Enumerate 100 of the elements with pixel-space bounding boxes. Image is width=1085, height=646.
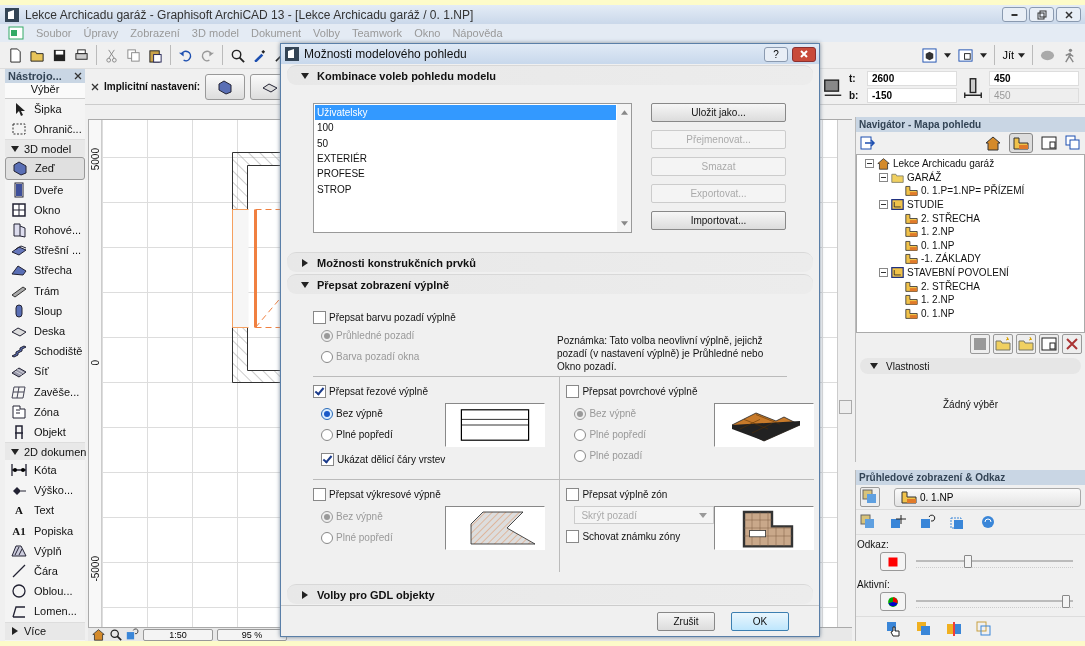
scissors-icon[interactable] xyxy=(104,47,119,63)
wall-settings-button[interactable] xyxy=(205,73,246,100)
tool-item[interactable]: Střecha xyxy=(5,260,85,281)
sheet-icon[interactable] xyxy=(1041,135,1057,151)
split-squares-icon[interactable] xyxy=(946,621,962,637)
thickness-field[interactable]: 450 xyxy=(989,70,1079,86)
close-button[interactable] xyxy=(1056,7,1081,22)
tool-group-header[interactable]: 3D model xyxy=(5,139,85,158)
rotate-icon[interactable] xyxy=(126,628,139,641)
tree-item[interactable]: 1. 2.NP xyxy=(905,292,1084,307)
tool-item[interactable]: Síť xyxy=(5,361,85,382)
checkbox[interactable]: Přepsat povrchové výplně xyxy=(566,383,698,399)
tree-item[interactable]: 0. 1.NP xyxy=(905,238,1084,253)
section-header[interactable]: Volby pro GDL objekty xyxy=(287,584,813,604)
list-item[interactable]: STROP xyxy=(315,181,616,197)
collapse-icon[interactable] xyxy=(879,200,888,210)
top-height-field[interactable]: 2600 xyxy=(867,70,957,86)
scrollbar[interactable] xyxy=(617,104,631,232)
tool-item[interactable]: Deska xyxy=(5,320,85,342)
close-icon[interactable] xyxy=(1062,334,1082,354)
checkbox[interactable]: Přepsat výplně zón xyxy=(566,486,668,502)
checkbox[interactable]: Ukázat dělicí čáry vrstev xyxy=(321,451,446,467)
paste-icon[interactable] xyxy=(148,47,163,63)
collapse-icon[interactable] xyxy=(865,159,874,169)
copy-icon[interactable] xyxy=(126,47,141,63)
caret-icon[interactable] xyxy=(980,52,988,58)
story-dropdown[interactable]: 0. 1.NP xyxy=(894,487,1081,507)
tool-item[interactable]: Kóta xyxy=(5,460,85,481)
move-arrows-icon[interactable] xyxy=(890,514,906,530)
collapse-icon[interactable] xyxy=(879,268,888,278)
restore-button[interactable] xyxy=(1029,7,1054,22)
zoom-button[interactable]: 95 % xyxy=(217,628,287,641)
section-header[interactable]: Vlastnosti xyxy=(860,358,1081,374)
hand-icon[interactable] xyxy=(886,621,902,637)
new-document-icon[interactable] xyxy=(8,47,23,63)
print-icon[interactable] xyxy=(74,47,89,63)
rotate-icon[interactable] xyxy=(920,514,936,530)
eyedropper-icon[interactable] xyxy=(252,47,267,63)
radio-button[interactable]: Bez výpně xyxy=(321,403,446,424)
tree-item[interactable]: STUDIE xyxy=(879,197,1084,212)
tree-item[interactable]: 1. 2.NP xyxy=(905,224,1084,239)
toolbox-header[interactable]: Výběr xyxy=(5,83,85,99)
close-icon[interactable] xyxy=(91,82,99,91)
bottom-height-field[interactable]: -150 xyxy=(867,87,957,103)
list-item[interactable]: 50 xyxy=(315,135,616,151)
tool-item[interactable]: A Text xyxy=(5,500,85,521)
caret-icon[interactable] xyxy=(944,52,952,58)
scroll-down-icon[interactable] xyxy=(620,221,628,226)
checkbox[interactable]: Přepsat výkresové výpně xyxy=(313,486,441,502)
house-icon[interactable] xyxy=(92,628,105,641)
export-arrow-icon[interactable] xyxy=(860,135,876,151)
tool-item[interactable]: Lomen... xyxy=(5,601,85,622)
help-button[interactable]: ? xyxy=(764,46,788,62)
tool-item[interactable]: Zeď xyxy=(5,157,85,180)
tree-item[interactable]: STAVEBNÍ POVOLENÍ xyxy=(879,265,1084,280)
tool-item[interactable]: Zavěše... xyxy=(5,381,85,402)
tool-item[interactable]: Čára xyxy=(5,560,85,582)
save-icon[interactable] xyxy=(52,47,67,63)
tool-item[interactable]: Výplň xyxy=(5,540,85,561)
color-picker-button[interactable] xyxy=(880,592,906,611)
radio-button[interactable]: Plné popředí xyxy=(321,424,446,445)
checkbox[interactable]: Schovat známku zóny xyxy=(566,528,681,544)
list-item[interactable]: PROFESE xyxy=(315,166,616,182)
tool-group-header[interactable]: 2D dokumen xyxy=(5,442,85,460)
close-icon[interactable] xyxy=(74,72,82,80)
section-header[interactable]: Možnosti konstrukčních prvků xyxy=(287,252,813,272)
tool-item[interactable]: Trám xyxy=(5,280,85,301)
tree-item[interactable]: -1. ZÁKLADY xyxy=(905,252,1084,266)
minimize-button[interactable] xyxy=(1002,7,1027,22)
section-header[interactable]: Kombinace voleb pohledu modelu xyxy=(287,65,813,85)
tool-item[interactable]: A1 Popiska xyxy=(5,520,85,541)
tree-item[interactable]: Lekce Archicadu garáž xyxy=(865,157,1084,171)
tool-item[interactable]: Střešní ... xyxy=(5,240,85,261)
tool-item[interactable]: Ohranič... xyxy=(5,119,85,140)
tool-item[interactable]: Schodiště xyxy=(5,341,85,362)
tool-item[interactable]: Objekt xyxy=(5,421,85,442)
sheet-icon[interactable] xyxy=(1039,334,1059,354)
color-picker-button[interactable] xyxy=(880,552,906,571)
section-header[interactable]: Přepsat zobrazení výplně xyxy=(287,274,813,294)
magnifier-icon[interactable] xyxy=(109,628,122,641)
dialog-button[interactable]: Uložit jako... xyxy=(651,103,786,122)
tree-item[interactable]: GARÁŽ xyxy=(879,170,1084,185)
resize-icon[interactable] xyxy=(950,514,966,530)
tool-item[interactable]: Dveře xyxy=(5,179,85,200)
cube-icon[interactable] xyxy=(922,47,938,63)
dialog-button[interactable]: Importovat... xyxy=(651,211,786,230)
tool-item[interactable]: Oblou... xyxy=(5,581,85,602)
tool-item[interactable]: Zóna xyxy=(5,401,85,422)
tool-item[interactable]: Rohové... xyxy=(5,219,85,241)
dialog-button[interactable]: Zrušit xyxy=(657,611,715,631)
story-icon[interactable] xyxy=(1009,133,1033,153)
tool-item[interactable]: Šipka xyxy=(5,99,85,120)
collapse-icon[interactable] xyxy=(879,172,888,182)
list-item[interactable]: 100 xyxy=(315,120,616,136)
tree-item[interactable]: 0. 1.NP xyxy=(905,306,1084,321)
dialog-button[interactable]: OK xyxy=(731,611,789,631)
window-layout-icon[interactable] xyxy=(958,47,974,63)
walking-person-icon[interactable] xyxy=(1062,47,1077,63)
scrollbar[interactable] xyxy=(837,120,852,627)
tree-item[interactable]: 2. STŘECHA xyxy=(905,279,1084,293)
